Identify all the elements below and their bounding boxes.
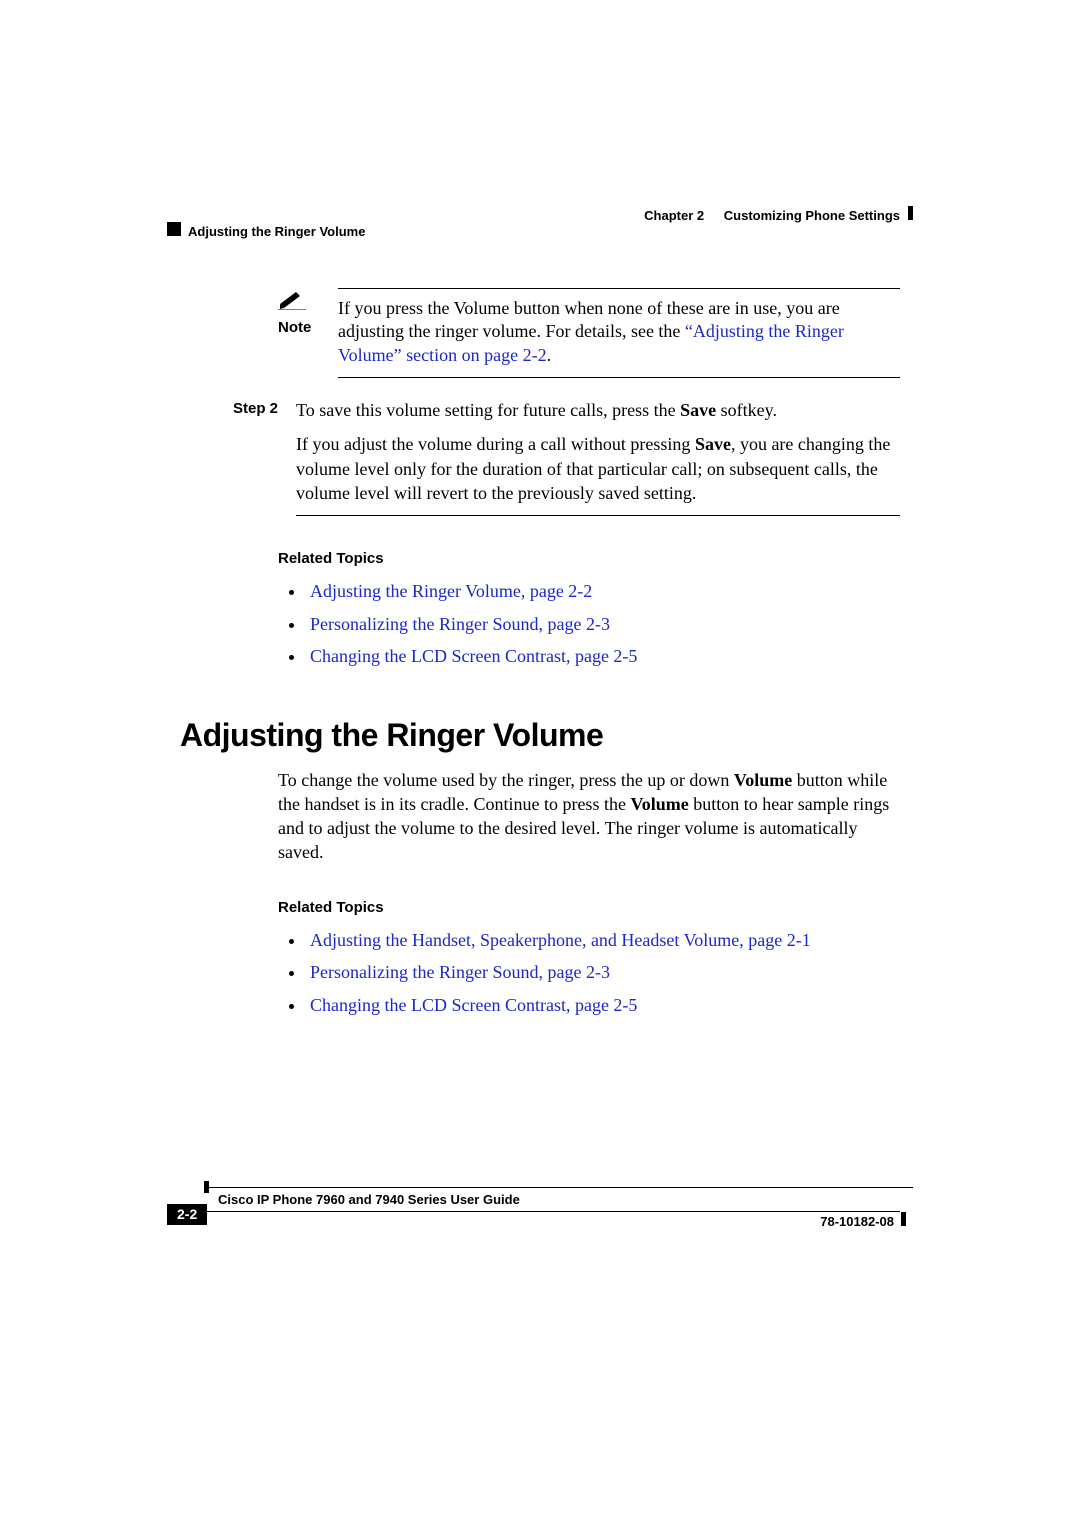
step1-bold: Save [680, 400, 716, 420]
related-link[interactable]: Changing the LCD Screen Contrast, page 2… [310, 646, 637, 666]
chapter-label: Chapter 2 [644, 208, 704, 223]
document-page: Chapter 2 Customizing Phone Settings Adj… [0, 0, 1080, 1528]
note-gutter: Note [278, 288, 338, 378]
related-link[interactable]: Adjusting the Ringer Volume, page 2-2 [310, 581, 592, 601]
step2-bold: Save [695, 434, 731, 454]
related-link[interactable]: Personalizing the Ringer Sound, page 2-3 [310, 962, 610, 982]
step-paragraph-1: To save this volume setting for future c… [296, 398, 900, 422]
running-header-right: Chapter 2 Customizing Phone Settings [644, 208, 900, 223]
related-link[interactable]: Adjusting the Handset, Speakerphone, and… [310, 930, 811, 950]
list-item: Changing the LCD Screen Contrast, page 2… [306, 640, 900, 672]
list-item: Adjusting the Handset, Speakerphone, and… [306, 924, 900, 956]
running-header-left: Adjusting the Ringer Volume [188, 224, 365, 239]
pencil-icon [278, 290, 306, 310]
footer-rule-bottom [167, 1211, 900, 1212]
note-block: Note If you press the Volume button when… [278, 288, 900, 378]
note-text-after: . [547, 345, 552, 365]
step-end-rule [296, 515, 900, 516]
sec-text-1: To change the volume used by the ringer,… [278, 770, 734, 790]
sec-bold-1: Volume [734, 770, 792, 790]
note-label: Note [278, 319, 338, 336]
list-item: Personalizing the Ringer Sound, page 2-3 [306, 608, 900, 640]
chapter-title: Customizing Phone Settings [724, 208, 900, 223]
footer-rule-top [204, 1187, 913, 1188]
section-body: To change the volume used by the ringer,… [278, 768, 900, 865]
step1-text-after: softkey. [716, 400, 777, 420]
related-topics-heading-2: Related Topics [278, 899, 900, 916]
list-item: Personalizing the Ringer Sound, page 2-3 [306, 956, 900, 988]
footer-docnum-mark-icon [901, 1212, 906, 1226]
related-link[interactable]: Personalizing the Ringer Sound, page 2-3 [310, 614, 610, 634]
related-topics-list-2: Adjusting the Handset, Speakerphone, and… [278, 924, 900, 1021]
section-paragraph: To change the volume used by the ringer,… [278, 768, 900, 865]
related-link[interactable]: Changing the LCD Screen Contrast, page 2… [310, 995, 637, 1015]
list-item: Adjusting the Ringer Volume, page 2-2 [306, 575, 900, 607]
footer-guide-title: Cisco IP Phone 7960 and 7940 Series User… [218, 1192, 520, 1207]
document-number: 78-10182-08 [820, 1214, 894, 1229]
step-paragraph-2: If you adjust the volume during a call w… [296, 432, 900, 505]
related-topics-heading-1: Related Topics [278, 550, 900, 567]
section-heading: Adjusting the Ringer Volume [180, 717, 900, 754]
header-left-mark-icon [167, 222, 181, 236]
sec-bold-2: Volume [630, 794, 688, 814]
step-body: To save this volume setting for future c… [296, 398, 900, 516]
step1-text-before: To save this volume setting for future c… [296, 400, 680, 420]
step2-text-before: If you adjust the volume during a call w… [296, 434, 695, 454]
step-label: Step 2 [180, 398, 296, 516]
header-right-mark-icon [908, 206, 913, 220]
page-content: Note If you press the Volume button when… [180, 288, 900, 1021]
step-row: Step 2 To save this volume setting for f… [180, 398, 900, 516]
list-item: Changing the LCD Screen Contrast, page 2… [306, 989, 900, 1021]
note-body: If you press the Volume button when none… [338, 288, 900, 378]
related-topics-list-1: Adjusting the Ringer Volume, page 2-2 Pe… [278, 575, 900, 672]
page-number-box: 2-2 [167, 1204, 207, 1225]
